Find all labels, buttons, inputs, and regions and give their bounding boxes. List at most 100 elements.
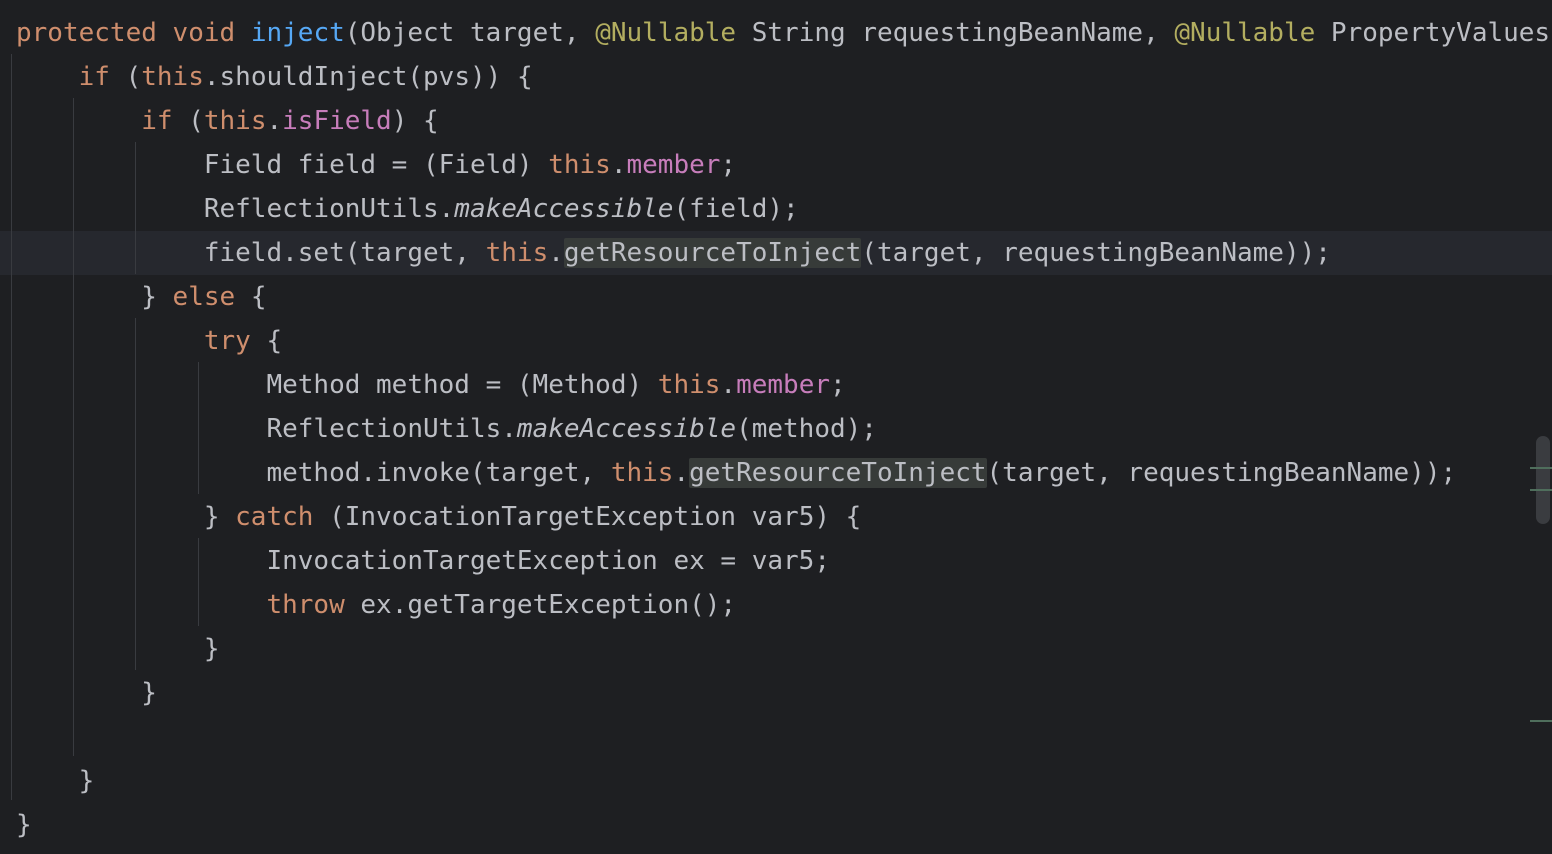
code-token: @Nullable bbox=[595, 18, 737, 48]
code-token: { bbox=[235, 282, 267, 312]
code-line[interactable]: field.set(target, this.getResourceToInje… bbox=[0, 231, 1552, 275]
code-token: protected bbox=[16, 18, 157, 48]
code-token: else bbox=[172, 282, 236, 312]
code-token: this bbox=[610, 458, 674, 488]
code-token: } bbox=[16, 502, 236, 532]
code-line[interactable]: ReflectionUtils.makeAccessible(field); bbox=[0, 187, 1552, 231]
code-token: . bbox=[673, 458, 690, 488]
code-token: makeAccessible bbox=[454, 194, 674, 224]
code-token: isField bbox=[282, 106, 392, 136]
code-token: PropertyValues bbox=[1315, 18, 1551, 48]
code-token: makeAccessible bbox=[516, 414, 737, 444]
code-token: @Nullable bbox=[1174, 18, 1316, 48]
code-token: (target, requestingBeanName)); bbox=[861, 238, 1331, 268]
code-token: ) { bbox=[391, 106, 439, 136]
code-token: . bbox=[720, 370, 737, 400]
code-line-text: if (this.isField) { bbox=[16, 99, 439, 143]
code-token: method.invoke(target, bbox=[16, 458, 611, 488]
code-token: . bbox=[548, 238, 564, 268]
code-line-text: method.invoke(target, this.getResourceTo… bbox=[16, 451, 1456, 495]
code-line[interactable]: InvocationTargetException ex = var5; bbox=[0, 539, 1552, 583]
code-token: throw bbox=[266, 590, 345, 620]
indent-guide bbox=[73, 98, 74, 756]
code-line[interactable]: Field field = (Field) this.member; bbox=[0, 143, 1552, 187]
code-editor[interactable]: protected void inject(Object target, @Nu… bbox=[0, 0, 1552, 854]
code-token: field.set(target, bbox=[16, 238, 486, 268]
code-token: . bbox=[610, 150, 627, 180]
code-token: ; bbox=[830, 370, 846, 400]
code-line[interactable]: ReflectionUtils.makeAccessible(method); bbox=[0, 407, 1552, 451]
code-line-text: Field field = (Field) this.member; bbox=[16, 143, 736, 187]
code-token: ; bbox=[720, 150, 737, 180]
code-line[interactable]: } bbox=[0, 803, 1552, 847]
code-token: String requestingBeanName, bbox=[736, 18, 1175, 48]
change-marker[interactable] bbox=[1530, 489, 1552, 491]
code-line[interactable]: } catch (InvocationTargetException var5)… bbox=[0, 495, 1552, 539]
code-token: } bbox=[16, 678, 157, 708]
code-token: member bbox=[626, 150, 721, 180]
code-line-text: } bbox=[16, 759, 95, 803]
code-token: this bbox=[548, 150, 611, 180]
code-token: ( bbox=[109, 62, 142, 92]
code-line-text: ReflectionUtils.makeAccessible(field); bbox=[16, 187, 799, 231]
code-token: } bbox=[16, 634, 220, 664]
code-token: } bbox=[16, 810, 32, 840]
code-line-text: InvocationTargetException ex = var5; bbox=[16, 539, 830, 583]
code-token: (method); bbox=[736, 414, 877, 444]
code-line-text: throw ex.getTargetException(); bbox=[16, 583, 736, 627]
code-token: (target, requestingBeanName)); bbox=[986, 458, 1457, 488]
code-line[interactable]: } bbox=[0, 671, 1552, 715]
code-line-text: } else { bbox=[16, 275, 266, 319]
code-line[interactable]: if (this.shouldInject(pvs)) { bbox=[0, 55, 1552, 99]
code-line[interactable]: method.invoke(target, this.getResourceTo… bbox=[0, 451, 1552, 495]
code-line-text: ReflectionUtils.makeAccessible(method); bbox=[16, 407, 877, 451]
code-token: ReflectionUtils. bbox=[16, 414, 517, 444]
code-token: this bbox=[657, 370, 721, 400]
code-line[interactable]: Method method = (Method) this.member; bbox=[0, 363, 1552, 407]
code-token: } bbox=[16, 766, 95, 796]
code-line[interactable]: } else { bbox=[0, 275, 1552, 319]
indent-guide bbox=[135, 142, 136, 274]
code-line-text: field.set(target, this.getResourceToInje… bbox=[16, 231, 1331, 275]
code-token: this bbox=[141, 62, 204, 92]
code-line-text: } catch (InvocationTargetException var5)… bbox=[16, 495, 861, 539]
code-token: catch bbox=[235, 502, 314, 532]
code-line[interactable]: } bbox=[0, 627, 1552, 671]
code-token: this bbox=[203, 106, 267, 136]
code-line-text: } bbox=[16, 627, 220, 671]
code-token: if bbox=[78, 62, 110, 92]
indent-guide bbox=[11, 54, 12, 800]
code-line-text: } bbox=[16, 671, 157, 715]
code-token: inject bbox=[250, 18, 345, 48]
change-marker[interactable] bbox=[1530, 467, 1552, 469]
code-token: (field); bbox=[673, 194, 799, 224]
code-line[interactable]: throw ex.getTargetException(); bbox=[0, 583, 1552, 627]
code-line[interactable] bbox=[0, 715, 1552, 759]
code-token: Field field = (Field) bbox=[16, 150, 549, 180]
code-token: getResourceToInject bbox=[689, 458, 987, 488]
code-token: void bbox=[172, 18, 236, 48]
change-marker[interactable] bbox=[1530, 720, 1552, 722]
vertical-scrollbar-thumb[interactable] bbox=[1536, 436, 1550, 524]
code-line[interactable]: try { bbox=[0, 319, 1552, 363]
code-token: } bbox=[16, 282, 173, 312]
code-line-text: } bbox=[16, 803, 32, 847]
code-line[interactable]: protected void inject(Object target, @Nu… bbox=[0, 11, 1552, 55]
code-line[interactable]: } bbox=[0, 759, 1552, 803]
code-line[interactable]: if (this.isField) { bbox=[0, 99, 1552, 143]
code-token: if bbox=[141, 106, 173, 136]
code-token: InvocationTargetException ex = var5; bbox=[16, 546, 830, 576]
code-token: ex.getTargetException(); bbox=[344, 590, 737, 620]
code-token: Method method = (Method) bbox=[16, 370, 658, 400]
code-line-text: try { bbox=[16, 319, 282, 363]
code-line-text: if (this.shouldInject(pvs)) { bbox=[16, 55, 533, 99]
indent-guide bbox=[135, 318, 136, 670]
indent-guide bbox=[198, 362, 199, 494]
code-token: ReflectionUtils. bbox=[16, 194, 455, 224]
